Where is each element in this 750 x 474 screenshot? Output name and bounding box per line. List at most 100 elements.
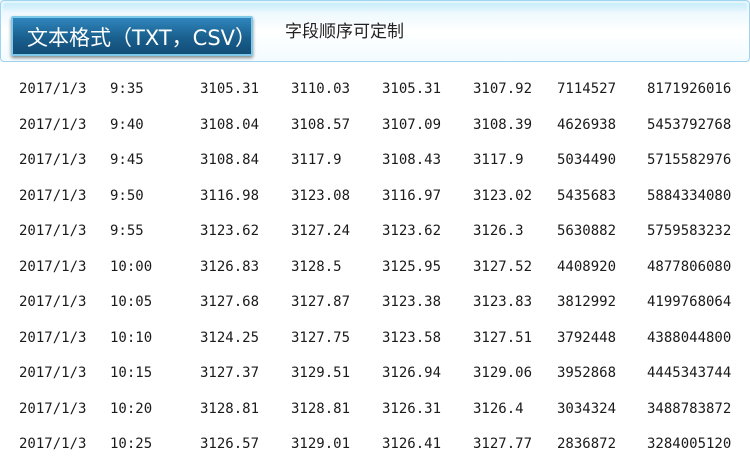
time-cell: 10:20 [110,400,153,417]
volume-cell: 4626938 [557,116,617,133]
volume-cell: 5034490 [557,152,617,168]
table-row: 2017/1/3 10:00 3126.83 3128.5 3125.95 3127.52… [0,250,750,286]
high-cell: 3129.01 [291,436,351,452]
low-cell: 3126.41 [382,436,442,452]
low-cell: 3125.95 [382,258,442,275]
amount-cell: 5453792768 [647,116,732,133]
volume-cell: 7114527 [557,81,617,97]
low-cell: 3126.94 [382,365,442,381]
close-cell: 3123.83 [473,294,533,310]
table-row: 2017/1/3 10:15 3127.37 3129.51 3126.94 3129.0… [0,356,750,392]
open-cell: 3108.04 [200,116,260,133]
low-cell: 3107.09 [382,116,442,133]
time-cell: 9:40 [110,116,144,133]
volume-cell: 3812992 [557,294,617,310]
close-cell: 3127.77 [473,436,533,452]
close-cell: 3127.51 [473,329,533,346]
low-cell: 3123.62 [382,223,442,239]
amount-cell: 5884334080 [647,187,732,204]
table-row: 2017/1/3 9:50 3116.98 3123.08 3116.97 3123.02… [0,179,750,215]
time-cell: 10:00 [110,258,153,275]
date-cell: 2017/1/3 [19,81,87,97]
open-cell: 3124.25 [200,329,260,346]
close-cell: 3107.92 [473,81,533,97]
low-cell: 3116.97 [382,187,442,204]
amount-cell: 4199768064 [647,294,732,310]
date-cell: 2017/1/3 [19,400,87,417]
amount-cell: 4877806080 [647,258,732,275]
table-row: 2017/1/3 10:20 3128.81 3128.81 3126.31 3126.4… [0,392,750,428]
table-row: 2017/1/3 10:25 3126.57 3129.01 3126.41 3127.7… [0,427,750,463]
open-cell: 3127.37 [200,365,260,381]
time-cell: 10:15 [110,365,153,381]
close-cell: 3129.06 [473,365,533,381]
open-cell: 3127.68 [200,294,260,310]
open-cell: 3105.31 [200,81,260,97]
time-cell: 9:55 [110,223,144,239]
volume-cell: 5435683 [557,187,617,204]
table-row: 2017/1/3 9:55 3123.62 3127.24 3123.62 3126.3 5… [0,214,750,250]
date-cell: 2017/1/3 [19,152,87,168]
field-order-subtitle: 字段顺序可定制 [285,22,404,42]
open-cell: 3123.62 [200,223,260,239]
low-cell: 3123.58 [382,329,442,346]
date-cell: 2017/1/3 [19,294,87,310]
open-cell: 3116.98 [200,187,260,204]
time-cell: 10:10 [110,329,153,346]
amount-cell: 5715582976 [647,152,732,168]
date-cell: 2017/1/3 [19,116,87,133]
low-cell: 3108.43 [382,152,442,168]
close-cell: 3127.52 [473,258,533,275]
amount-cell: 3488783872 [647,400,732,417]
date-cell: 2017/1/3 [19,365,87,381]
open-cell: 3128.81 [200,400,260,417]
high-cell: 3108.57 [291,116,351,133]
high-cell: 3128.5 [291,258,342,275]
close-cell: 3117.9 [473,152,524,168]
volume-cell: 3952868 [557,365,617,381]
close-cell: 3108.39 [473,116,533,133]
low-cell: 3105.31 [382,81,442,97]
low-cell: 3126.31 [382,400,442,417]
high-cell: 3127.75 [291,329,351,346]
table-row: 2017/1/3 9:40 3108.04 3108.57 3107.09 3108.39… [0,108,750,144]
high-cell: 3123.08 [291,187,351,204]
low-cell: 3123.38 [382,294,442,310]
amount-cell: 3284005120 [647,436,732,452]
open-cell: 3126.83 [200,258,260,275]
table-row: 2017/1/3 9:35 3105.31 3110.03 3105.31 3107.92… [0,72,750,108]
close-cell: 3126.4 [473,400,524,417]
format-title-tab: 文本格式（TXT，CSV） [11,16,256,56]
date-cell: 2017/1/3 [19,223,87,239]
table-row: 2017/1/3 9:45 3108.84 3117.9 3108.43 3117.9 50… [0,143,750,179]
close-cell: 3126.3 [473,223,524,239]
amount-cell: 8171926016 [647,81,732,97]
time-cell: 10:25 [110,436,153,452]
volume-cell: 3034324 [557,400,617,417]
open-cell: 3126.57 [200,436,260,452]
high-cell: 3117.9 [291,152,342,168]
date-cell: 2017/1/3 [19,436,87,452]
high-cell: 3127.87 [291,294,351,310]
high-cell: 3110.03 [291,81,351,97]
volume-cell: 3792448 [557,329,617,346]
table-row: 2017/1/3 10:05 3127.68 3127.87 3123.38 3123.8… [0,285,750,321]
table-row: 2017/1/3 10:10 3124.25 3127.75 3123.58 3127.5… [0,321,750,357]
volume-cell: 4408920 [557,258,617,275]
date-cell: 2017/1/3 [19,187,87,204]
amount-cell: 4388044800 [647,329,732,346]
time-cell: 10:05 [110,294,153,310]
close-cell: 3123.02 [473,187,533,204]
open-cell: 3108.84 [200,152,260,168]
high-cell: 3128.81 [291,400,351,417]
time-cell: 9:45 [110,152,144,168]
time-cell: 9:50 [110,187,144,204]
high-cell: 3129.51 [291,365,351,381]
date-cell: 2017/1/3 [19,258,87,275]
header: 文本格式（TXT，CSV） 字段顺序可定制 [0,0,750,68]
volume-cell: 2836872 [557,436,617,452]
volume-cell: 5630882 [557,223,617,239]
amount-cell: 4445343744 [647,365,732,381]
amount-cell: 5759583232 [647,223,732,239]
data-listing: 2017/1/3 9:35 3105.31 3110.03 3105.31 3107.92… [0,72,750,463]
